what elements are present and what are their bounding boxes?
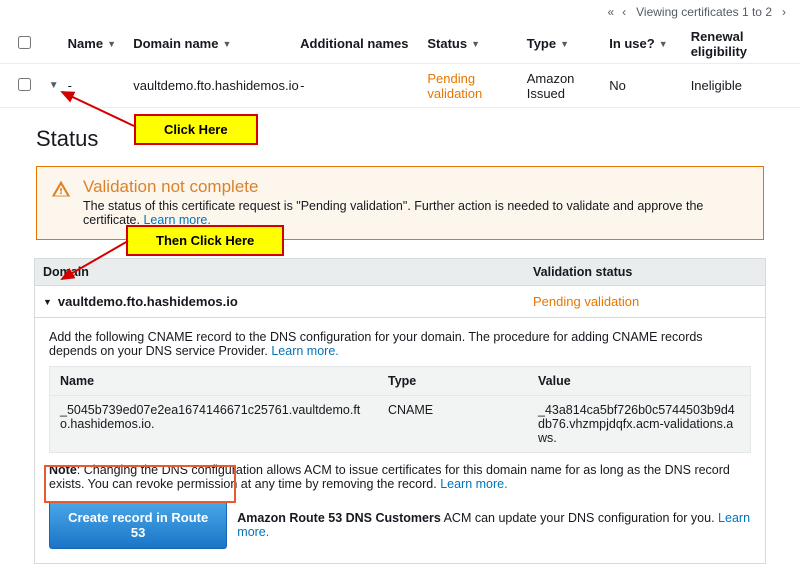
col-validation-status-label: Validation status: [525, 259, 765, 285]
cname-col-value: Value: [528, 367, 750, 395]
cname-table: Name Type Value _5045b739ed07e2ea1674146…: [49, 366, 751, 453]
sort-icon: ▼: [107, 39, 116, 49]
col-domain-label: Domain: [35, 259, 525, 285]
select-all-checkbox[interactable]: [18, 36, 31, 49]
alert-body: The status of this certificate request i…: [83, 199, 749, 227]
col-type[interactable]: Type▼: [527, 36, 609, 51]
certificate-row[interactable]: ▼ - vaultdemo.fto.hashidemos.io - Pendin…: [0, 64, 800, 108]
col-renewal: Renewal eligibility: [691, 29, 800, 59]
pager-bar: « ‹ Viewing certificates 1 to 2 ›: [0, 0, 800, 24]
domain-name-cell: vaultdemo.fto.hashidemos.io: [58, 294, 238, 309]
sort-icon: ▼: [471, 39, 480, 49]
col-domain[interactable]: Domain name▼: [133, 36, 300, 51]
pager-next-icon[interactable]: ›: [778, 5, 790, 19]
note-learn-more-link[interactable]: Learn more.: [440, 477, 507, 491]
domain-row[interactable]: ▼ vaultdemo.fto.hashidemos.io Pending va…: [34, 286, 766, 318]
sort-icon: ▼: [222, 39, 231, 49]
cname-learn-more-link[interactable]: Learn more.: [271, 344, 338, 358]
table-header: Name▼ Domain name▼ Additional names Stat…: [0, 24, 800, 64]
cname-col-name: Name: [50, 367, 378, 395]
domain-table-header: Domain Validation status: [34, 258, 766, 286]
cell-additional: -: [300, 78, 427, 93]
cname-name-value: _5045b739ed07e2ea1674146671c25761.vaultd…: [50, 396, 378, 452]
sort-icon: ▼: [659, 39, 668, 49]
alert-title: Validation not complete: [83, 177, 749, 197]
pager-prev-icon[interactable]: ‹: [618, 5, 630, 19]
annotation-callout-1: Click Here: [134, 114, 258, 145]
cell-name: -: [68, 78, 134, 93]
pager-first-icon[interactable]: «: [603, 5, 618, 19]
annotation-callout-2: Then Click Here: [126, 225, 284, 256]
cname-type-value: CNAME: [378, 396, 528, 452]
cname-intro: Add the following CNAME record to the DN…: [49, 330, 751, 358]
cell-type: Amazon Issued: [527, 71, 609, 101]
cell-in-use: No: [609, 78, 690, 93]
expand-caret-icon[interactable]: ▼: [40, 80, 68, 91]
cell-renewal: Ineligible: [691, 78, 800, 93]
note-line: Note: Changing the DNS configuration all…: [49, 463, 751, 491]
cell-domain: vaultdemo.fto.hashidemos.io: [133, 78, 300, 93]
col-name[interactable]: Name▼: [68, 36, 134, 51]
create-side-text: Amazon Route 53 DNS Customers ACM can up…: [237, 511, 751, 539]
cell-status: Pending validation: [427, 71, 526, 101]
col-additional-names: Additional names: [300, 36, 427, 51]
domain-expand-caret-icon[interactable]: ▼: [43, 297, 52, 307]
create-record-button[interactable]: Create record in Route 53: [49, 501, 227, 549]
domain-validation-status-cell: Pending validation: [525, 286, 765, 317]
col-status[interactable]: Status▼: [427, 36, 526, 51]
row-checkbox[interactable]: [18, 78, 31, 91]
pager-label: Viewing certificates 1 to 2: [630, 5, 778, 19]
warning-icon: [51, 179, 71, 199]
col-in-use[interactable]: In use?▼: [609, 36, 690, 51]
certificate-detail: Status Validation not complete The statu…: [0, 108, 800, 574]
cname-col-type: Type: [378, 367, 528, 395]
sort-icon: ▼: [560, 39, 569, 49]
cname-panel: Add the following CNAME record to the DN…: [34, 318, 766, 564]
cname-value: _43a814ca5bf726b0c5744503b9d4db76.vhzmpj…: [528, 396, 750, 452]
